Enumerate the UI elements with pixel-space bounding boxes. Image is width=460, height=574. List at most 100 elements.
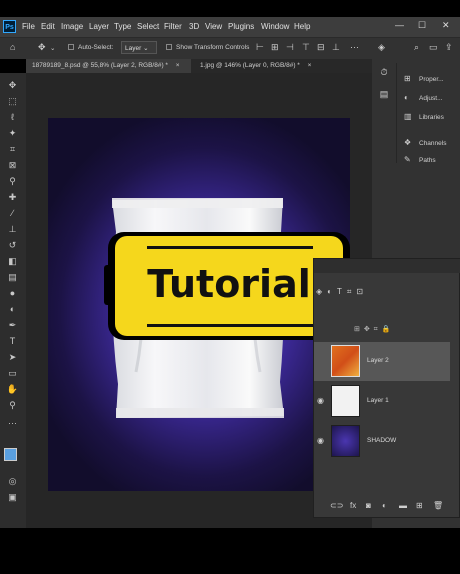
channels-icon: ❖	[404, 138, 412, 147]
show-transform-label: Show Transform Controls	[176, 44, 250, 51]
eyedropper-icon[interactable]: ⚲	[6, 175, 19, 187]
healing-brush-icon[interactable]: ✚	[6, 191, 19, 203]
align-middle-icon[interactable]: ⊟	[317, 42, 325, 53]
menu-image[interactable]: Image	[61, 22, 83, 31]
group-folder-icon[interactable]: ▬	[399, 501, 407, 510]
tab-document-2[interactable]: 1.jpg @ 146% (Layer 0, RGB/8#) * ×	[194, 59, 354, 73]
search-icon[interactable]: ⌕	[414, 42, 419, 53]
layer-row[interactable]: Layer 2	[314, 342, 450, 381]
menu-layer[interactable]: Layer	[89, 22, 109, 31]
menu-view[interactable]: View	[205, 22, 222, 31]
paths-tab[interactable]: Paths	[419, 157, 436, 164]
menu-window[interactable]: Window	[261, 22, 289, 31]
menu-select[interactable]: Select	[137, 22, 159, 31]
auto-select-label: Auto-Select:	[78, 44, 114, 51]
link-layers-icon[interactable]: ⊂⊃	[330, 501, 343, 510]
align-center-icon[interactable]: ⊞	[271, 42, 279, 53]
libraries-icon: ▥	[404, 112, 412, 121]
path-selection-icon[interactable]: ➤	[6, 351, 19, 363]
layers-footer: ⊂⊃ fx ◙ ◐ ▬ ⊞ 🗑	[314, 498, 458, 514]
move-tool-icon[interactable]: ✥	[38, 42, 46, 53]
menu-file[interactable]: File	[22, 22, 35, 31]
workspace-icon[interactable]: ▭	[429, 42, 438, 53]
tab-label: 18789189_8.psd @ 55,8% (Layer 2, RGB/8#)…	[32, 62, 168, 69]
move-tool-icon[interactable]: ✥	[6, 79, 19, 91]
marquee-tool-icon[interactable]: ⬚	[6, 95, 19, 107]
align-top-icon[interactable]: ⊤	[302, 42, 310, 53]
quick-mask-icon[interactable]: ◎	[6, 475, 19, 487]
history-brush-icon[interactable]: ↺	[6, 239, 19, 251]
menu-filter[interactable]: Filter	[164, 22, 182, 31]
auto-select-value: Layer	[125, 45, 142, 52]
home-icon[interactable]: ⌂	[10, 42, 15, 52]
tab-document-1[interactable]: 18789189_8.psd @ 55,8% (Layer 2, RGB/8#)…	[26, 59, 191, 73]
new-layer-icon[interactable]: ⊞	[416, 501, 423, 510]
blur-tool-icon[interactable]: ●	[6, 287, 19, 299]
hand-tool-icon[interactable]: ✋	[6, 383, 19, 395]
options-bar: ⌂ ✥ ⌄ Auto-Select: Layer ⌄ Show Transfor…	[0, 37, 460, 59]
pen-tool-icon[interactable]: ✒	[6, 319, 19, 331]
menu-3d[interactable]: 3D	[189, 22, 199, 31]
menu-type[interactable]: Type	[114, 22, 131, 31]
3d-mode-icon[interactable]: ◈	[378, 42, 385, 53]
close-icon[interactable]: ×	[176, 62, 180, 69]
chevron-down-icon[interactable]: ⌄	[50, 44, 55, 52]
type-tool-icon[interactable]: T	[6, 335, 19, 347]
eraser-tool-icon[interactable]: ◧	[6, 255, 19, 267]
stamp-tool-icon[interactable]: ⊥	[6, 223, 19, 235]
maximize-button[interactable]: ☐	[418, 20, 426, 31]
fx-icon[interactable]: fx	[350, 501, 356, 510]
history-icon[interactable]: ⏱	[375, 67, 393, 83]
menu-help[interactable]: Help	[294, 22, 310, 31]
menu-plugins[interactable]: Plugins	[228, 22, 254, 31]
edit-toolbar-icon[interactable]: ···	[6, 417, 19, 429]
layer-lock-icons[interactable]: ⊞✥⌗🔒	[354, 325, 454, 335]
close-window-button[interactable]: ✕	[442, 20, 450, 31]
visibility-eye-icon[interactable]: ◉	[317, 396, 324, 405]
align-bottom-icon[interactable]: ⊥	[332, 42, 340, 53]
tools-panel: ✥ ⬚ ℓ ✦ ⌗ ⊠ ⚲ ✚ ∕ ⊥ ↺ ◧ ▤ ● ◐ ✒ T ➤ ▭ ✋ …	[0, 73, 26, 528]
crop-tool-icon[interactable]: ⌗	[6, 143, 19, 155]
layer-name: Layer 2	[367, 357, 389, 364]
foreground-color-swatch[interactable]	[4, 448, 17, 461]
close-icon[interactable]: ×	[308, 62, 312, 69]
layer-filter-icons[interactable]: ◈◐T⌗⊡	[316, 287, 456, 299]
zoom-tool-icon[interactable]: ⚲	[6, 399, 19, 411]
menu-edit[interactable]: Edit	[41, 22, 55, 31]
brush-tool-icon[interactable]: ∕	[6, 207, 19, 219]
tutorial-title: Tutorial	[147, 262, 311, 306]
share-icon[interactable]: ⇪	[445, 42, 453, 53]
minimize-button[interactable]: —	[395, 20, 404, 30]
lasso-tool-icon[interactable]: ℓ	[6, 111, 19, 123]
align-right-icon[interactable]: ⊣	[286, 42, 294, 53]
banner-bottom-line	[147, 324, 313, 327]
comment-icon[interactable]: ▤	[375, 89, 393, 105]
photoshop-logo: Ps	[3, 20, 16, 33]
layer-thumbnail	[331, 385, 360, 417]
add-mask-icon[interactable]: ◙	[366, 501, 371, 510]
menu-bar: Ps File Edit Image Layer Type Select Fil…	[0, 17, 460, 37]
banner-top-line	[147, 246, 313, 249]
frame-tool-icon[interactable]: ⊠	[6, 159, 19, 171]
align-left-icon[interactable]: ⊢	[256, 42, 264, 53]
visibility-eye-icon[interactable]: ◉	[317, 436, 324, 445]
properties-tab[interactable]: Proper...	[419, 76, 444, 83]
layer-row[interactable]: ◉ SHADOW	[314, 422, 450, 461]
channels-tab[interactable]: Channels	[419, 140, 446, 147]
adjustments-tab[interactable]: Adjust...	[419, 95, 442, 102]
adjustment-layer-icon[interactable]: ◐	[382, 501, 387, 510]
auto-select-dropdown[interactable]: Layer ⌄	[121, 41, 157, 54]
rectangle-tool-icon[interactable]: ▭	[6, 367, 19, 379]
magic-wand-icon[interactable]: ✦	[6, 127, 19, 139]
screen-mode-icon[interactable]: ▣	[6, 491, 19, 503]
more-options-icon[interactable]: ···	[350, 42, 359, 52]
layer-row[interactable]: ◉ Layer 1	[314, 382, 450, 421]
libraries-tab[interactable]: Libraries	[419, 114, 444, 121]
gradient-tool-icon[interactable]: ▤	[6, 271, 19, 283]
auto-select-checkbox[interactable]	[68, 44, 74, 50]
layer-name: Layer 1	[367, 397, 389, 404]
show-transform-checkbox[interactable]	[166, 44, 172, 50]
adjustments-icon: ◐	[404, 93, 409, 102]
delete-layer-icon[interactable]: 🗑	[433, 501, 443, 510]
dodge-tool-icon[interactable]: ◐	[6, 303, 19, 315]
